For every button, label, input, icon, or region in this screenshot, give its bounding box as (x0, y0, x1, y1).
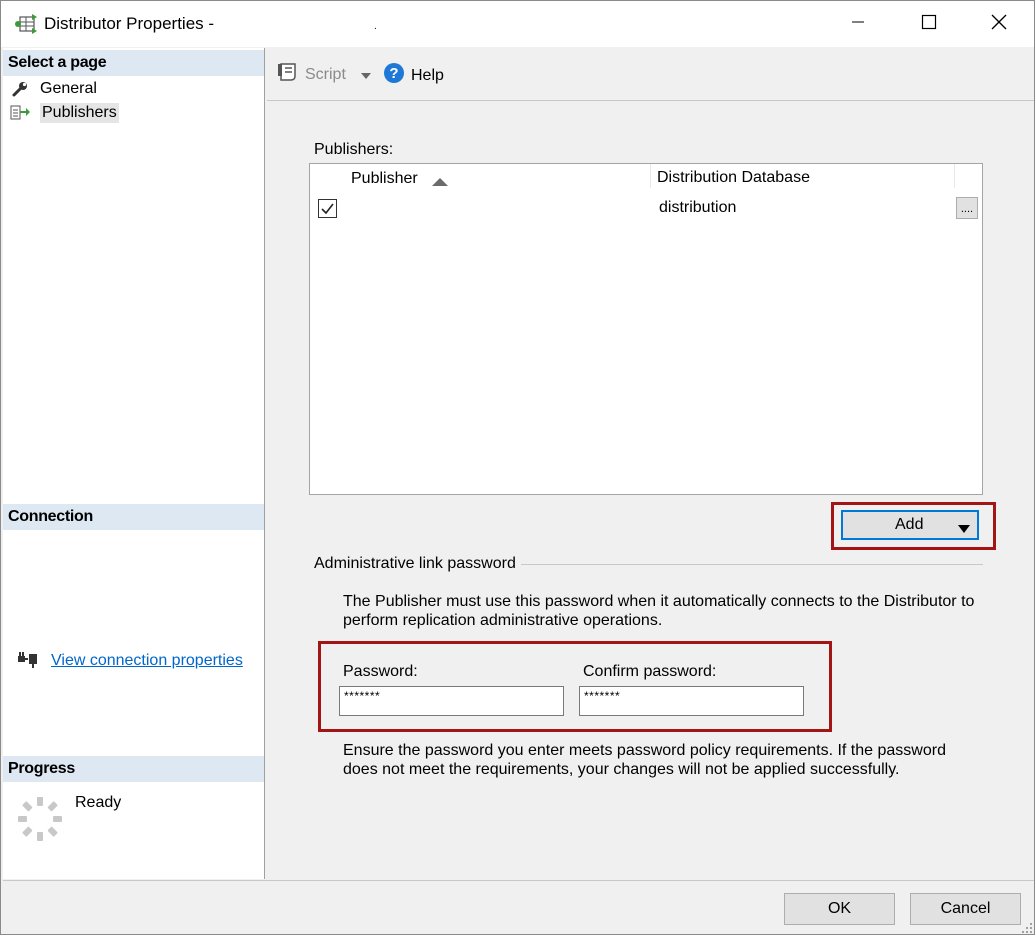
password-label: Password: (343, 663, 418, 680)
left-panel: Select a page General Publishers Connect… (3, 48, 265, 879)
svg-text:?: ? (389, 65, 398, 82)
add-button-label: Add (895, 516, 924, 533)
publisher-icon (9, 103, 31, 123)
checkmark-icon (319, 203, 336, 221)
cancel-button[interactable]: Cancel (910, 893, 1021, 925)
select-page-header: Select a page (3, 50, 264, 76)
script-label: Script (305, 65, 346, 83)
title-bar: Distributor Properties - . (1, 1, 1034, 47)
publishers-grid[interactable]: Publisher Distribution Database distribu… (309, 163, 983, 495)
script-dropdown[interactable] (360, 67, 372, 85)
chevron-down-icon (360, 67, 372, 85)
policy-note-line-1: Ensure the password you enter meets pass… (343, 742, 946, 759)
confirm-password-field[interactable]: ******* (579, 686, 804, 716)
group-divider (521, 564, 983, 565)
close-icon (991, 14, 1007, 34)
view-connection-properties: View connection properties (17, 650, 243, 672)
script-button[interactable]: Script (277, 62, 346, 87)
minimize-button[interactable] (823, 1, 893, 47)
column-separator[interactable] (954, 164, 955, 188)
nav-label-publishers: Publishers (40, 102, 119, 123)
minimize-icon (851, 15, 865, 33)
distributor-app-icon (14, 13, 38, 35)
nav-item-general[interactable]: General (9, 77, 97, 100)
close-button[interactable] (964, 1, 1034, 47)
admin-description-line-2: perform replication administrative opera… (343, 612, 663, 629)
browse-database-button[interactable]: .... (956, 197, 978, 219)
connection-header: Connection (3, 504, 264, 530)
confirm-password-label: Confirm password: (583, 663, 717, 680)
progress-spinner-icon (17, 796, 63, 846)
ok-button[interactable]: OK (784, 893, 895, 925)
help-label: Help (411, 66, 444, 84)
resize-grip-icon[interactable] (1021, 921, 1033, 938)
maximize-icon (921, 14, 937, 34)
progress-area: Ready (17, 794, 217, 844)
column-separator[interactable] (650, 164, 651, 188)
add-button[interactable]: Add (841, 510, 979, 540)
script-icon (277, 62, 299, 87)
sort-ascending-icon (431, 174, 449, 191)
distributor-properties-window: Distributor Properties - . Select a page (0, 0, 1035, 935)
password-field[interactable]: ******* (339, 686, 564, 716)
column-header-publisher[interactable]: Publisher (351, 170, 418, 188)
connection-plug-icon (17, 650, 39, 672)
admin-description-line-1: The Publisher must use this password whe… (343, 593, 975, 610)
distribution-database-cell[interactable]: distribution (659, 199, 736, 217)
progress-header: Progress (3, 756, 264, 782)
nav-label-general: General (40, 79, 97, 97)
admin-link-password-title: Administrative link password (314, 555, 516, 572)
publishers-label: Publishers: (314, 141, 394, 158)
help-button[interactable]: ? Help (383, 62, 444, 89)
column-header-distribution-database[interactable]: Distribution Database (657, 169, 810, 187)
publisher-checkbox[interactable] (318, 199, 337, 218)
progress-status: Ready (75, 794, 122, 811)
nav-item-publishers[interactable]: Publishers (9, 101, 119, 124)
dropdown-arrow-icon (957, 521, 971, 539)
window-title: Distributor Properties - (44, 14, 215, 33)
maximize-button[interactable] (894, 1, 964, 47)
policy-note-line-2: does not meet the requirements, your cha… (343, 761, 900, 778)
view-connection-properties-link[interactable]: View connection properties (51, 652, 243, 670)
help-icon: ? (383, 62, 405, 89)
window-title-suffix: . (374, 21, 377, 32)
wrench-icon (9, 79, 31, 99)
toolbar: Script ? Help (267, 48, 1034, 101)
